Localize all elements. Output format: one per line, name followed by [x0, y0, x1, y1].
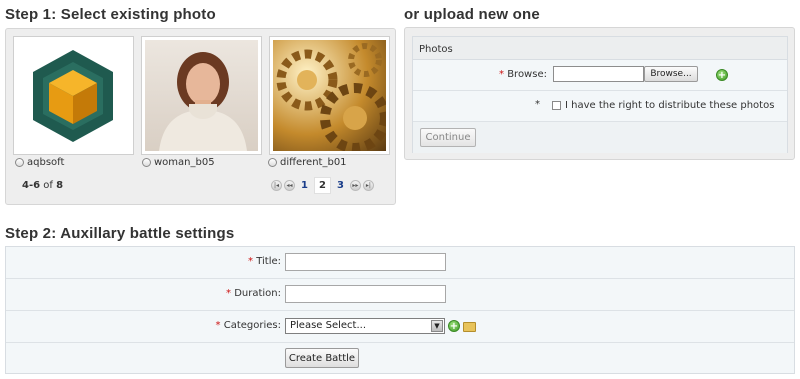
- radio-icon[interactable]: [268, 158, 277, 167]
- required-mark: *: [226, 288, 231, 299]
- duration-label: * Duration:: [226, 288, 281, 299]
- photo-thumb-aqbsoft[interactable]: [13, 36, 134, 155]
- categories-selected-value: Please Select...: [290, 320, 367, 331]
- page-link-3[interactable]: 3: [333, 178, 348, 193]
- upload-panel: Photos * Browse: Browse... + * I have th…: [404, 27, 795, 160]
- radio-icon[interactable]: [142, 158, 151, 167]
- title-label: * Title:: [248, 256, 281, 267]
- photos-section-title: Photos: [413, 37, 787, 60]
- continue-row: Continue: [413, 122, 787, 153]
- create-battle-button[interactable]: Create Battle: [285, 348, 359, 368]
- pager-total: 8: [56, 180, 64, 191]
- photo-option-aqbsoft[interactable]: aqbsoft: [15, 157, 64, 168]
- required-mark: *: [535, 99, 540, 110]
- upload-heading: or upload new one: [404, 6, 540, 23]
- browse-row: * Browse: Browse... +: [413, 60, 787, 91]
- submit-row: Create Battle: [6, 343, 794, 375]
- title-input[interactable]: [285, 253, 446, 271]
- browse-button[interactable]: Browse...: [644, 66, 698, 82]
- photo-option-woman[interactable]: woman_b05: [142, 157, 215, 168]
- previous-page-icon[interactable]: ◂◂: [284, 180, 295, 191]
- browse-label-text: Browse:: [507, 69, 547, 80]
- categories-row: * Categories: Please Select... ▼ +: [6, 311, 794, 343]
- gears-image-icon: [273, 40, 386, 151]
- radio-icon[interactable]: [15, 158, 24, 167]
- photo-thumb-gears[interactable]: [269, 36, 390, 155]
- aqbsoft-logo-icon: [17, 40, 130, 151]
- add-file-icon[interactable]: +: [716, 69, 728, 81]
- step2-heading: Step 2: Auxillary battle settings: [5, 225, 235, 242]
- title-label-text: Title:: [256, 256, 281, 267]
- required-mark: *: [499, 69, 504, 80]
- photo-name: woman_b05: [154, 157, 215, 168]
- add-category-icon[interactable]: +: [448, 320, 460, 332]
- pager-count: 4-6 of 8: [22, 180, 63, 191]
- upload-form: Photos * Browse: Browse... + * I have th…: [412, 36, 788, 153]
- step1-heading: Step 1: Select existing photo: [5, 6, 216, 23]
- battle-settings-form: * Title: * Duration: * Categories: Pleas…: [5, 246, 795, 374]
- rights-label: I have the right to distribute these pho…: [565, 100, 775, 111]
- title-row: * Title:: [6, 247, 794, 279]
- photo-name: different_b01: [280, 157, 347, 168]
- woman-portrait-icon: [145, 40, 258, 151]
- page-link-2: 2: [313, 177, 331, 194]
- first-page-icon[interactable]: |◂: [271, 180, 282, 191]
- next-page-icon[interactable]: ▸▸: [349, 180, 361, 191]
- duration-input[interactable]: [285, 285, 446, 303]
- folder-icon[interactable]: [463, 322, 476, 332]
- page-link-1[interactable]: 1: [297, 178, 312, 193]
- required-mark: *: [215, 320, 221, 331]
- pager: |◂ ◂◂ 1 2 3 ▸▸ ▸|: [271, 177, 374, 194]
- categories-label: * Categories:: [216, 320, 281, 331]
- photo-thumb-woman[interactable]: [141, 36, 262, 155]
- photo-name: aqbsoft: [27, 157, 65, 168]
- categories-label-text: Categories:: [223, 320, 281, 331]
- required-mark: *: [248, 256, 253, 267]
- chevron-down-icon[interactable]: ▼: [431, 320, 443, 332]
- existing-photos-panel: aqbsoft woman_b05 different_b01 4-6 of 8…: [5, 28, 396, 205]
- pager-range: 4-6: [22, 180, 41, 191]
- categories-select[interactable]: Please Select... ▼: [285, 318, 445, 334]
- pager-of: of: [43, 180, 53, 191]
- rights-row: * I have the right to distribute these p…: [413, 91, 787, 122]
- file-path-input[interactable]: [553, 66, 644, 82]
- duration-label-text: Duration:: [234, 288, 281, 299]
- last-page-icon[interactable]: ▸|: [362, 180, 374, 191]
- photo-option-gears[interactable]: different_b01: [268, 157, 347, 168]
- duration-row: * Duration:: [6, 279, 794, 311]
- browse-label: * Browse:: [499, 69, 547, 80]
- rights-checkbox[interactable]: [552, 101, 561, 110]
- continue-button[interactable]: Continue: [420, 128, 476, 147]
